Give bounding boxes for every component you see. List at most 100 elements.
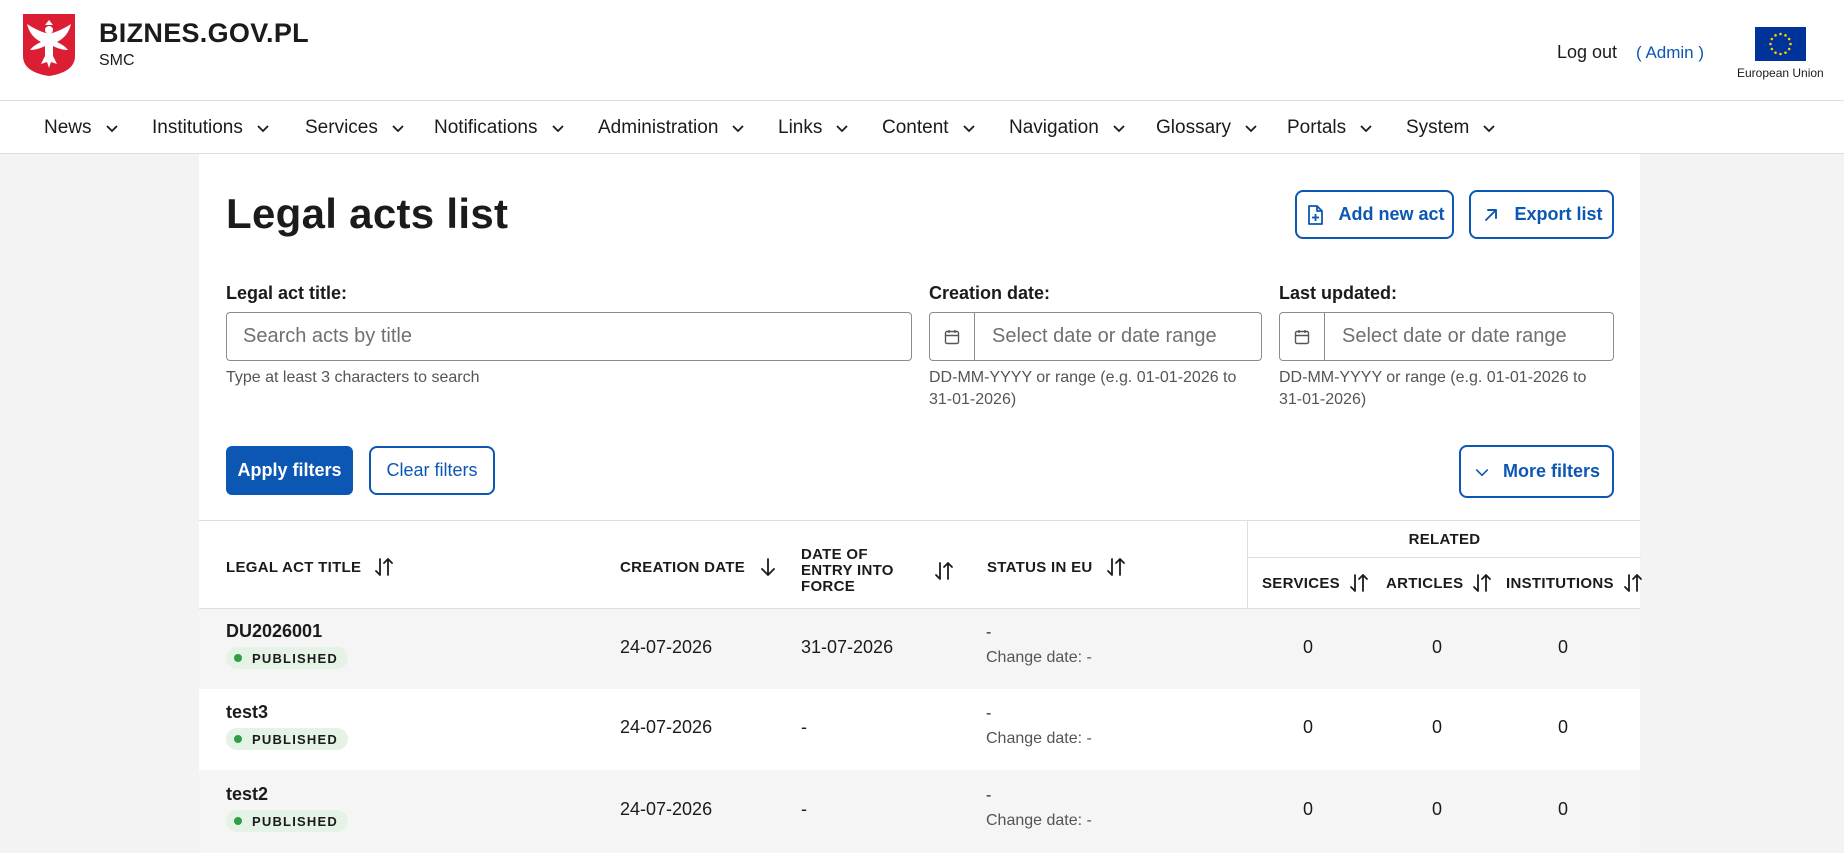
add-new-act-button[interactable]: Add new act (1295, 190, 1454, 239)
related-group-label: RELATED (1408, 531, 1481, 548)
column-header-title[interactable]: LEGAL ACT TITLE (226, 556, 395, 578)
table-row[interactable]: test2 PUBLISHED 24-07-2026 - - Change da… (199, 770, 1640, 853)
calendar-icon (944, 329, 960, 344)
nav-item-label: Administration (598, 117, 719, 138)
eu-label: European Union (1737, 66, 1824, 80)
creation-date-cell: 24-07-2026 (620, 717, 713, 737)
table-header: LEGAL ACT TITLE CREATION DATE DATE OF EN… (199, 520, 1642, 610)
status-badge: PUBLISHED (226, 810, 348, 832)
creation-date-cell: 24-07-2026 (620, 799, 713, 819)
chevron-down-icon (962, 125, 975, 133)
table-row[interactable]: test3 PUBLISHED 24-07-2026 - - Change da… (199, 689, 1640, 770)
institutions-count-cell: 0 (1557, 799, 1568, 819)
legal-act-title-input[interactable] (227, 313, 911, 360)
status-badge-label: PUBLISHED (252, 650, 338, 666)
chevron-down-icon (105, 125, 118, 133)
export-list-button[interactable]: Export list (1469, 190, 1614, 239)
change-date-cell: Change date: - (986, 730, 1092, 747)
nav-item-content[interactable]: Content (882, 117, 976, 139)
institutions-count-cell: 0 (1557, 637, 1568, 657)
related-column-group: RELATED SERVICES ARTICLES INSTITUTIONS (1247, 521, 1642, 610)
articles-count-cell: 0 (1431, 717, 1442, 737)
sort-both-icon (1623, 574, 1642, 592)
chevron-down-icon (551, 125, 564, 133)
column-header-label: DATE OF ENTRY INTO FORCE (801, 546, 894, 595)
nav-item-label: Navigation (1009, 117, 1099, 138)
nav-item-glossary[interactable]: Glossary (1156, 117, 1258, 139)
column-header-institutions[interactable]: INSTITUTIONS (1506, 572, 1644, 594)
last-updated-input[interactable] (1326, 313, 1613, 360)
column-header-label: SERVICES (1262, 574, 1340, 592)
chevron-down-icon (836, 125, 848, 133)
nav-item-administration[interactable]: Administration (598, 117, 745, 139)
status-dot-icon (234, 735, 242, 743)
export-list-label: Export list (1514, 204, 1603, 224)
nav-item-services[interactable]: Services (305, 117, 405, 139)
services-count-cell: 0 (1302, 637, 1313, 657)
entry-into-force-cell: - (801, 799, 807, 819)
chevron-down-icon (1245, 125, 1257, 133)
eu-flag-icon (1755, 27, 1806, 61)
nav-item-institutions[interactable]: Institutions (152, 117, 270, 139)
articles-count-cell: 0 (1431, 799, 1442, 819)
brand-title[interactable]: BIZNES.GOV.PL (99, 18, 309, 49)
sort-both-icon (1106, 558, 1125, 576)
nav-item-system[interactable]: System (1406, 117, 1496, 139)
nav-item-navigation[interactable]: Navigation (1009, 117, 1126, 139)
admin-user-link[interactable]: ( Admin ) (1636, 43, 1704, 63)
legal-act-title-link[interactable]: test2 (226, 784, 268, 805)
calendar-icon-cell[interactable] (930, 313, 975, 360)
chevron-down-icon (1483, 125, 1495, 133)
last-updated-field[interactable] (1279, 312, 1614, 361)
column-header-status-eu[interactable]: STATUS IN EU (987, 556, 1127, 578)
logout-link[interactable]: Log out (1557, 42, 1617, 63)
column-header-label: CREATION DATE (620, 558, 746, 576)
apply-filters-button[interactable]: Apply filters (226, 446, 353, 495)
legal-act-title-field[interactable] (226, 312, 912, 361)
nav-item-label: System (1406, 117, 1470, 138)
status-badge-label: PUBLISHED (252, 731, 338, 747)
nav-item-label: News (44, 117, 92, 138)
creation-date-input[interactable] (976, 313, 1261, 360)
chevron-down-icon (1360, 125, 1372, 133)
creation-date-field[interactable] (929, 312, 1262, 361)
more-filters-button[interactable]: More filters (1459, 445, 1614, 498)
column-header-creation-date[interactable]: CREATION DATE (620, 556, 779, 578)
column-header-articles[interactable]: ARTICLES (1386, 572, 1493, 594)
services-count-cell: 0 (1302, 717, 1313, 737)
chevron-down-icon (1475, 468, 1489, 476)
legal-act-title-link[interactable]: DU2026001 (226, 621, 322, 642)
page-title: Legal acts list (226, 190, 509, 237)
status-eu-cell: - (986, 624, 992, 641)
nav-item-notifications[interactable]: Notifications (434, 117, 565, 139)
nav-item-label: Institutions (152, 117, 243, 138)
nav-item-label: Notifications (434, 117, 538, 138)
table-row[interactable]: DU2026001 PUBLISHED 24-07-2026 31-07-202… (199, 609, 1640, 690)
column-header-label: STATUS IN EU (987, 558, 1093, 576)
column-header-services[interactable]: SERVICES (1262, 572, 1370, 594)
articles-count-cell: 0 (1431, 637, 1442, 657)
nav-item-label: Portals (1287, 117, 1347, 138)
nav-item-links[interactable]: Links (778, 117, 849, 139)
status-badge: PUBLISHED (226, 728, 348, 750)
sort-descending-icon (761, 558, 775, 576)
status-eu-cell: - (986, 705, 992, 722)
entry-into-force-cell: 31-07-2026 (801, 637, 894, 657)
nav-item-portals[interactable]: Portals (1287, 117, 1373, 139)
calendar-icon (1294, 329, 1310, 344)
polish-eagle-emblem-icon[interactable] (21, 12, 77, 78)
sort-both-icon (935, 562, 953, 580)
nav-item-label: Services (305, 117, 378, 138)
clear-filters-button[interactable]: Clear filters (369, 446, 495, 495)
calendar-icon-cell[interactable] (1280, 313, 1325, 360)
status-badge-label: PUBLISHED (252, 813, 338, 829)
nav-item-label: Links (778, 117, 823, 138)
nav-item-news[interactable]: News (44, 117, 119, 139)
related-divider (1248, 557, 1641, 558)
sort-both-icon (1473, 574, 1492, 592)
column-header-entry-into-force[interactable]: DATE OF ENTRY INTO FORCE (801, 547, 955, 595)
last-updated-label: Last updated: (1279, 283, 1398, 303)
legal-act-title-link[interactable]: test3 (226, 702, 268, 723)
file-add-icon (1308, 204, 1324, 225)
nav-item-label: Glossary (1156, 117, 1231, 138)
